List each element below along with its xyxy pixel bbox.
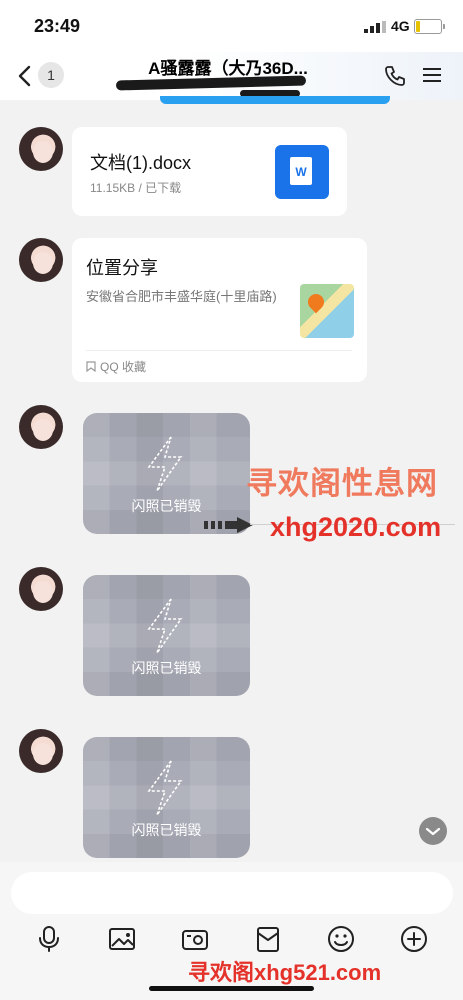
map-thumbnail xyxy=(300,284,354,338)
sender-avatar[interactable] xyxy=(19,238,63,282)
location-source: QQ 收藏 xyxy=(86,358,146,375)
scroll-to-bottom-button[interactable] xyxy=(419,817,447,845)
lightning-icon xyxy=(147,436,183,492)
location-address: 安徽省合肥市丰盛华庭(十里庙路) xyxy=(86,289,277,304)
file-name: 文档(1).docx xyxy=(90,153,192,173)
flash-photo-label: 闪照已销毁 xyxy=(131,660,202,676)
status-time: 23:49 xyxy=(34,16,81,36)
flash-photo-label: 闪照已销毁 xyxy=(131,498,202,514)
more-menu-icon[interactable] xyxy=(421,64,443,86)
divider xyxy=(86,350,352,351)
emoji-icon[interactable] xyxy=(326,924,356,954)
location-title: 位置分享 xyxy=(86,258,158,278)
network-label: 4G xyxy=(391,18,410,34)
plus-icon[interactable] xyxy=(399,924,429,954)
mic-icon[interactable] xyxy=(34,924,64,954)
flash-photo-bubble[interactable]: 闪照已销毁 xyxy=(83,575,250,696)
camera-icon[interactable] xyxy=(180,924,210,954)
chat-header: 1 A骚露露（大乃36D... xyxy=(0,52,463,100)
lightning-icon xyxy=(147,760,183,816)
watermark-arrow-icon xyxy=(204,517,253,533)
file-message-bubble[interactable]: 文档(1).docx 11.15KB / 已下载 W xyxy=(72,127,347,216)
message-input[interactable] xyxy=(11,872,453,914)
sender-avatar[interactable] xyxy=(19,405,63,449)
location-source-label: QQ 收藏 xyxy=(100,360,147,374)
watermark-url: xhg2020.com xyxy=(270,512,442,542)
lightning-icon xyxy=(147,598,183,654)
sender-avatar[interactable] xyxy=(19,127,63,171)
flash-photo-bubble[interactable]: 闪照已销毁 xyxy=(83,737,250,858)
back-arrow-icon[interactable] xyxy=(14,64,38,88)
word-document-icon: W xyxy=(275,145,329,199)
file-meta: 11.15KB / 已下载 xyxy=(90,181,182,195)
red-packet-icon[interactable] xyxy=(253,924,283,954)
map-pin-icon xyxy=(304,290,328,314)
pinned-banner-edge[interactable] xyxy=(160,96,390,104)
watermark-title: 寻欢阁性息网 xyxy=(246,466,438,501)
sender-avatar[interactable] xyxy=(19,729,63,773)
status-bar: 23:49 4G xyxy=(0,0,463,52)
chat-title: A骚露露（大乃36D... xyxy=(148,59,308,78)
unread-count-badge[interactable]: 1 xyxy=(38,62,64,88)
bookmark-icon xyxy=(86,361,96,373)
flash-photo-label: 闪照已销毁 xyxy=(131,822,202,838)
location-message-bubble[interactable]: 位置分享 安徽省合肥市丰盛华庭(十里庙路) QQ 收藏 xyxy=(72,238,367,382)
word-icon-letter: W xyxy=(290,157,312,185)
sender-avatar[interactable] xyxy=(19,567,63,611)
image-icon[interactable] xyxy=(107,924,137,954)
home-indicator[interactable] xyxy=(149,986,314,991)
watermark-bottom: 寻欢阁xhg521.com xyxy=(188,960,382,985)
chevron-down-icon xyxy=(425,827,441,836)
battery-level xyxy=(416,21,421,32)
signal-icon xyxy=(364,21,386,33)
battery-icon xyxy=(414,19,445,34)
phone-call-icon[interactable] xyxy=(383,64,407,88)
